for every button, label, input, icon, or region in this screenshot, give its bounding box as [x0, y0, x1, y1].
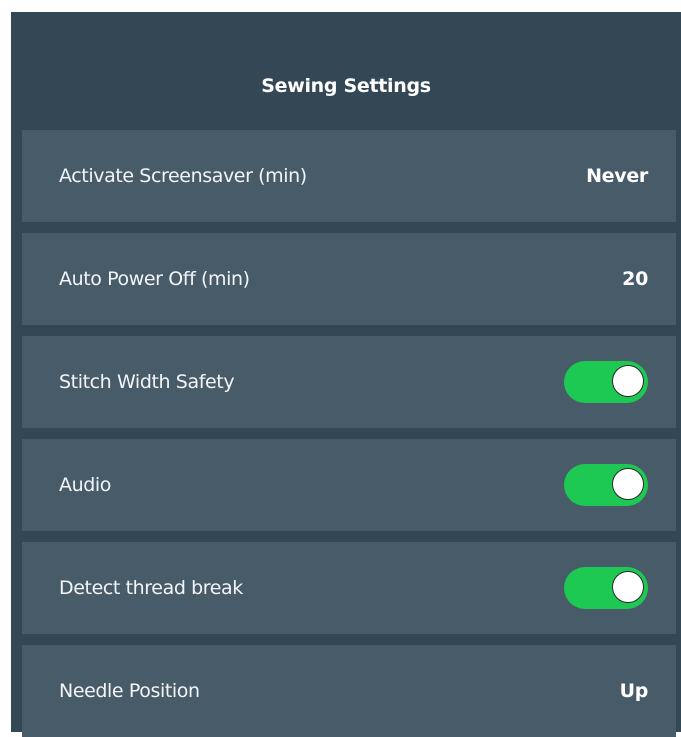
toggle-knob: [612, 365, 644, 397]
setting-label-auto-power-off: Auto Power Off (min): [59, 268, 250, 290]
audio-toggle[interactable]: [564, 464, 648, 506]
setting-label-detect-thread-break: Detect thread break: [59, 577, 243, 599]
setting-value-screensaver: Never: [586, 165, 648, 187]
toggle-knob: [612, 468, 644, 500]
detect-thread-break-toggle[interactable]: [564, 567, 648, 609]
toggle-knob: [612, 571, 644, 603]
setting-label-screensaver: Activate Screensaver (min): [59, 165, 307, 187]
setting-label-stitch-width-safety: Stitch Width Safety: [59, 371, 235, 393]
settings-panel: Sewing Settings Activate Screensaver (mi…: [11, 12, 681, 737]
setting-value-needle-position: Up: [619, 680, 649, 702]
stitch-width-safety-toggle[interactable]: [564, 361, 648, 403]
setting-row-stitch-width-safety: Stitch Width Safety: [22, 336, 676, 428]
setting-row-detect-thread-break: Detect thread break: [22, 542, 676, 634]
setting-row-auto-power-off[interactable]: Auto Power Off (min) 20: [22, 233, 676, 325]
page-title: Sewing Settings: [261, 75, 431, 97]
setting-row-needle-position[interactable]: Needle Position Up: [22, 645, 676, 737]
setting-row-screensaver[interactable]: Activate Screensaver (min) Never: [22, 130, 676, 222]
setting-label-needle-position: Needle Position: [59, 680, 200, 702]
setting-row-audio: Audio: [22, 439, 676, 531]
setting-label-audio: Audio: [59, 474, 112, 496]
setting-value-auto-power-off: 20: [622, 268, 648, 290]
